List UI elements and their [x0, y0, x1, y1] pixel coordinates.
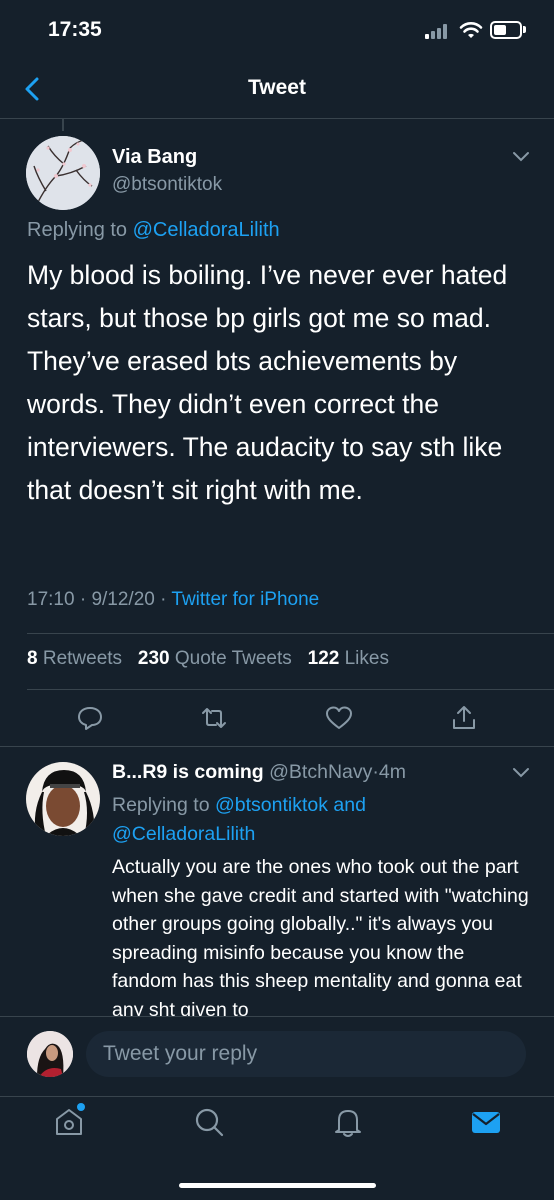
tweet-stats: 8 Retweets 230 Quote Tweets 122 Likes: [27, 648, 389, 670]
meta-separator: ·: [154, 589, 172, 610]
reply-author-handle[interactable]: @BtchNavy: [269, 761, 372, 783]
search-icon[interactable]: [192, 1105, 226, 1139]
thread-line: [62, 119, 64, 131]
replying-to-link[interactable]: @CelladoraLilith: [133, 219, 280, 241]
replying-prefix: Replying to: [112, 794, 215, 816]
reply-header: B...R9 is coming @BtchNavy·4m: [112, 761, 406, 784]
replying-to-link[interactable]: @btsontiktok: [215, 794, 328, 816]
tweet-meta: 17:10 · 9/12/20 · Twitter for iPhone: [27, 589, 319, 611]
more-chevron-icon[interactable]: [511, 150, 531, 164]
signal-icon: [425, 23, 453, 39]
retweets-stat[interactable]: 8 Retweets: [27, 648, 122, 669]
user-avatar[interactable]: [27, 1031, 73, 1077]
divider: [27, 689, 554, 690]
reply-author-avatar[interactable]: [26, 762, 100, 836]
divider: [0, 746, 554, 747]
header-divider: [0, 118, 554, 119]
status-time: 17:35: [48, 18, 102, 41]
home-indicator: [179, 1183, 376, 1188]
replying-to: Replying to @CelladoraLilith: [27, 219, 280, 242]
replying-prefix: Replying to: [27, 219, 133, 241]
tweet-time: 17:10: [27, 589, 75, 610]
author-name[interactable]: Via Bang: [112, 146, 197, 169]
tweet-source-link[interactable]: Twitter for iPhone: [171, 589, 319, 610]
home-notification-dot: [77, 1103, 85, 1111]
messages-icon[interactable]: [469, 1105, 503, 1139]
tweet-date: 9/12/20: [91, 589, 155, 610]
author-handle[interactable]: @btsontiktok: [112, 174, 222, 196]
reply-text: Actually you are the ones who took out t…: [112, 856, 529, 1021]
replying-to-link[interactable]: @CelladoraLilith: [112, 823, 255, 845]
divider: [27, 633, 554, 634]
reply-time: 4m: [378, 761, 406, 783]
like-icon[interactable]: [325, 704, 353, 732]
notifications-icon[interactable]: [331, 1105, 365, 1139]
wifi-icon: [459, 22, 483, 38]
reply-icon[interactable]: [76, 704, 104, 732]
quote-tweets-stat[interactable]: 230 Quote Tweets: [138, 648, 292, 669]
battery-icon: [490, 21, 522, 39]
reply-input[interactable]: Tweet your reply: [86, 1031, 526, 1077]
share-icon[interactable]: [450, 704, 478, 732]
likes-stat[interactable]: 122 Likes: [308, 648, 389, 669]
more-chevron-icon[interactable]: [511, 766, 531, 780]
page-title: Tweet: [248, 76, 306, 99]
author-avatar[interactable]: [26, 136, 100, 210]
meta-separator: ·: [74, 589, 92, 610]
tweet-text: My blood is boiling. I’ve never ever hat…: [27, 260, 508, 505]
replying-and: and: [328, 794, 366, 816]
battery-cap: [523, 26, 526, 33]
retweet-icon[interactable]: [200, 704, 228, 732]
reply-author-name[interactable]: B...R9 is coming: [112, 761, 264, 783]
reply-replying-to: Replying to @btsontiktok and @CelladoraL…: [112, 791, 532, 849]
